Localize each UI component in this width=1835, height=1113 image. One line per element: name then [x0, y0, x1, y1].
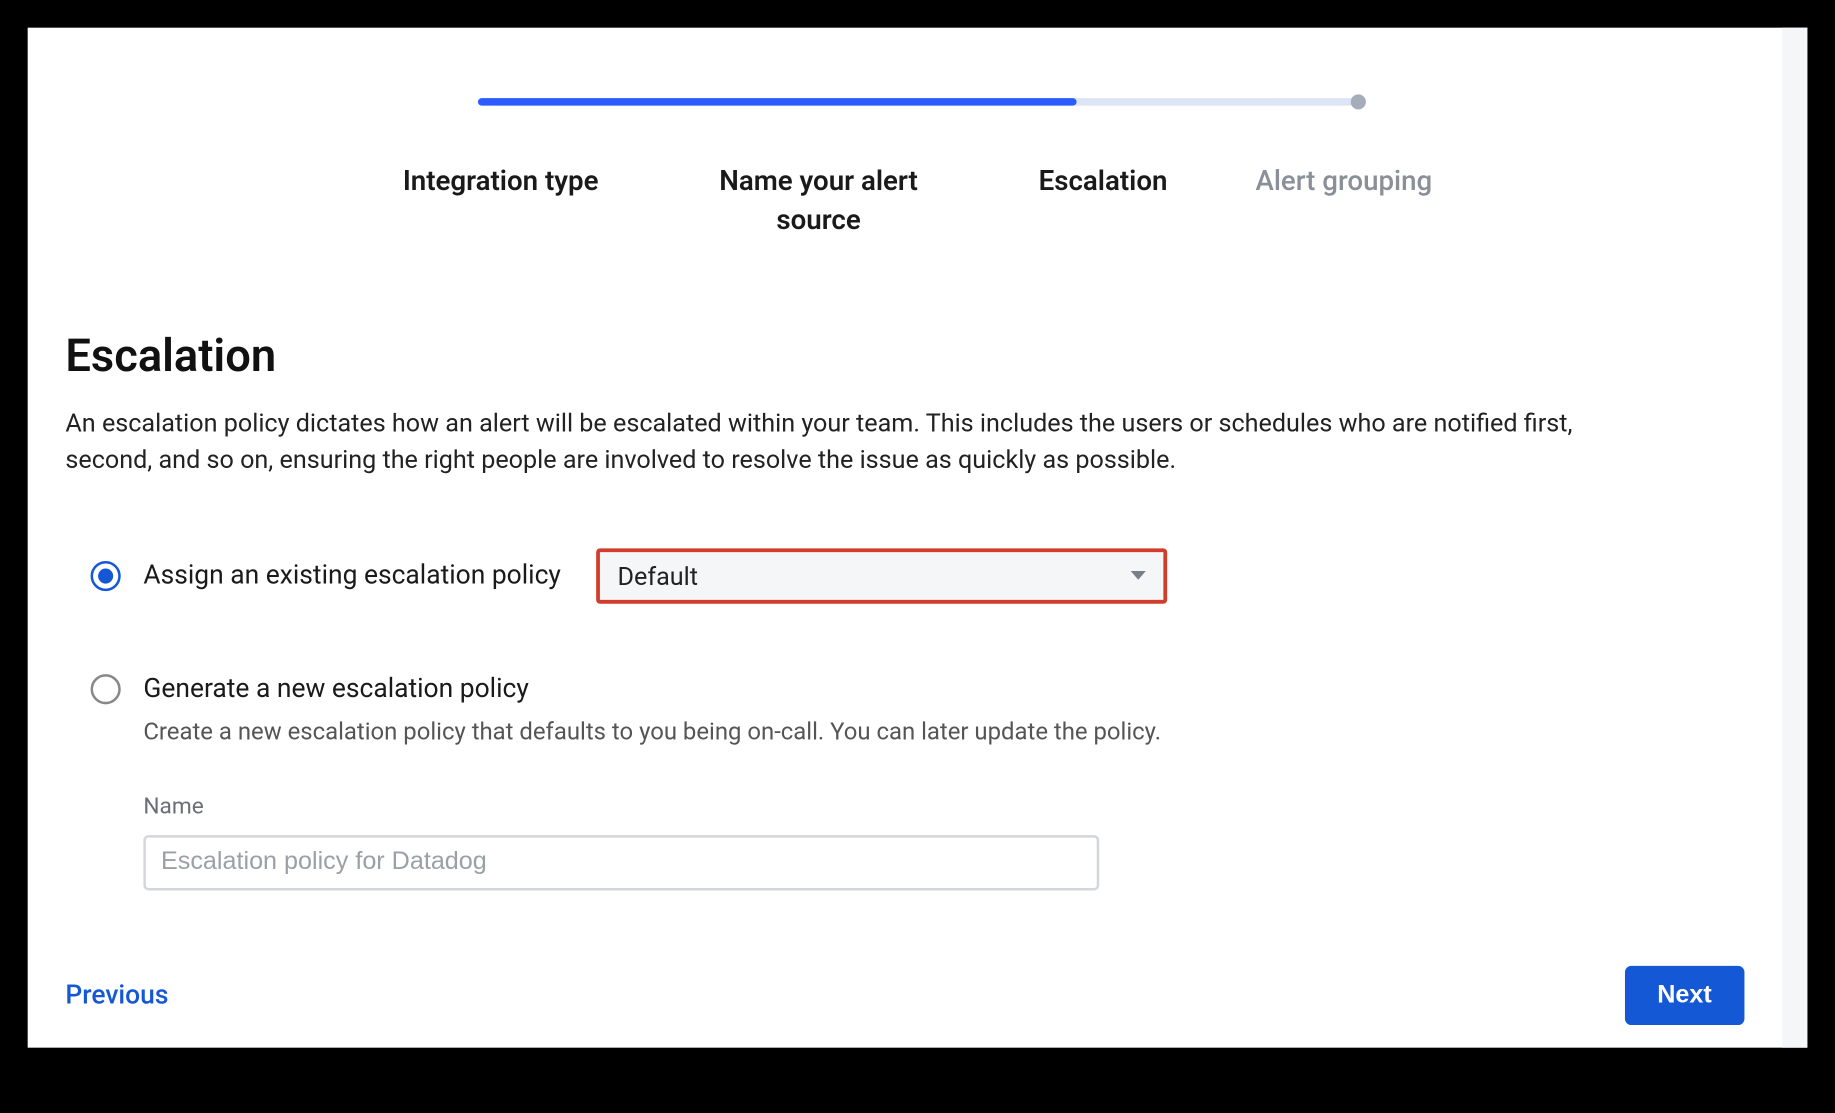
progress-end-dot	[1350, 94, 1365, 109]
escalation-policy-select[interactable]: Default	[596, 548, 1167, 603]
escalation-options: Assign an existing escalation policy Def…	[65, 548, 1769, 890]
select-value: Default	[618, 560, 698, 590]
policy-name-input[interactable]	[143, 835, 1099, 890]
next-button[interactable]: Next	[1625, 966, 1745, 1025]
step-escalation[interactable]: Escalation	[1039, 164, 1168, 241]
radio-generate-new[interactable]	[91, 674, 121, 704]
stepper: Integration type Name your alert source …	[65, 98, 1769, 241]
radio-label-assign-existing: Assign an existing escalation policy	[143, 560, 561, 590]
scrollbar-gutter	[1782, 28, 1807, 1048]
previous-button[interactable]: Previous	[65, 980, 168, 1010]
progress-track	[477, 98, 1357, 106]
radio-dot-icon	[98, 568, 113, 583]
wizard-footer: Previous Next	[65, 966, 1744, 1025]
radio-label-generate-new: Generate a new escalation policy	[143, 674, 528, 704]
progress-fill	[477, 98, 1076, 106]
step-alert-grouping[interactable]: Alert grouping	[1255, 164, 1432, 241]
page-description: An escalation policy dictates how an ale…	[65, 404, 1650, 477]
step-integration-type[interactable]: Integration type	[403, 164, 599, 241]
option-generate-new-row[interactable]: Generate a new escalation policy	[91, 674, 1770, 704]
step-labels: Integration type Name your alert source …	[352, 164, 1484, 241]
option-generate-new: Generate a new escalation policy Create …	[91, 674, 1770, 890]
wizard-panel: Integration type Name your alert source …	[28, 28, 1808, 1048]
heading-block: Escalation An escalation policy dictates…	[65, 329, 1769, 477]
chevron-down-icon	[1131, 571, 1146, 580]
radio-assign-existing[interactable]	[91, 560, 121, 590]
option-assign-existing[interactable]: Assign an existing escalation policy Def…	[91, 548, 1770, 603]
step-name-alert-source[interactable]: Name your alert source	[687, 164, 951, 241]
name-field-label: Name	[143, 793, 1769, 819]
generate-new-description: Create a new escalation policy that defa…	[143, 716, 1769, 745]
page-title: Escalation	[65, 329, 1769, 382]
